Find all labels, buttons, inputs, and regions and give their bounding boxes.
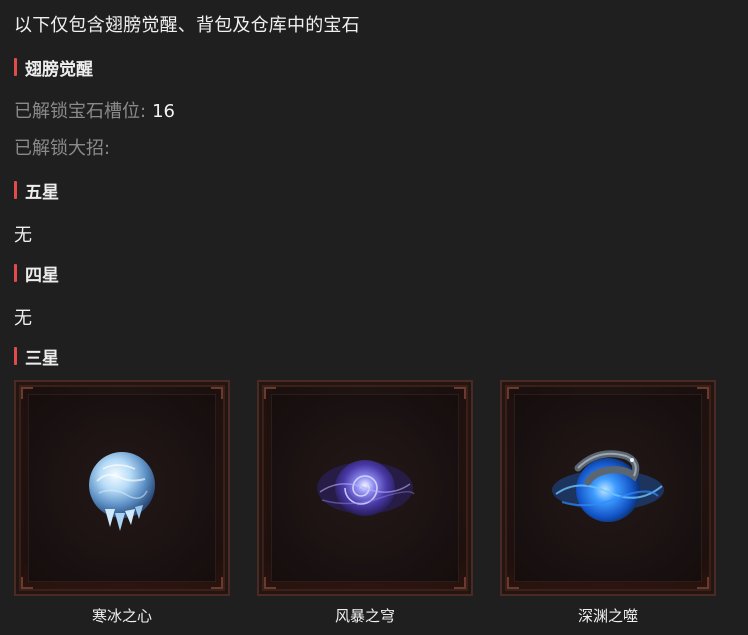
gem-name: 寒冰之心 — [91, 607, 152, 625]
ice-orb-icon — [89, 452, 155, 531]
four-star-content: 无 — [14, 308, 32, 329]
section-title: 三星 — [25, 348, 59, 369]
unlocked-gem-slots-value: 16 — [152, 101, 175, 122]
gem-name: 深渊之噬 — [577, 607, 638, 625]
section-accent-bar — [14, 58, 17, 76]
gem-card[interactable]: 风暴之穹 — [257, 380, 473, 626]
section-title: 五星 — [25, 182, 59, 203]
section-accent-bar — [14, 264, 17, 282]
page-intro: 以下仅包含翅膀觉醒、背包及仓库中的宝石 — [14, 15, 360, 36]
gem-frame — [500, 380, 716, 596]
three-star-gem-grid: 寒冰之心 风暴之穹 深渊之噬 — [14, 380, 734, 630]
storm-vortex-icon — [317, 460, 415, 516]
gem-frame — [257, 380, 473, 596]
section-accent-bar — [14, 181, 17, 199]
section-title: 四星 — [25, 265, 59, 286]
section-wing-awakening: 翅膀觉醒 — [14, 57, 93, 80]
gem-card[interactable]: 寒冰之心 — [14, 380, 230, 626]
five-star-content: 无 — [14, 225, 32, 246]
section-five-star: 五星 — [14, 180, 59, 203]
section-title: 翅膀觉醒 — [25, 59, 93, 80]
unlocked-gem-slots: 已解锁宝石槽位: 16 — [14, 97, 175, 123]
gem-frame — [14, 380, 230, 596]
unlocked-ultimate: 已解锁大招: — [14, 134, 110, 160]
gem-card[interactable]: 深渊之噬 — [500, 380, 716, 626]
unlocked-ultimate-label: 已解锁大招: — [14, 138, 111, 159]
section-four-star: 四星 — [14, 263, 59, 286]
abyss-serpent-orb-icon — [552, 450, 664, 522]
section-accent-bar — [14, 347, 17, 365]
unlocked-gem-slots-label: 已解锁宝石槽位: — [14, 101, 147, 122]
section-three-star: 三星 — [14, 346, 59, 369]
gem-name: 风暴之穹 — [334, 607, 395, 625]
